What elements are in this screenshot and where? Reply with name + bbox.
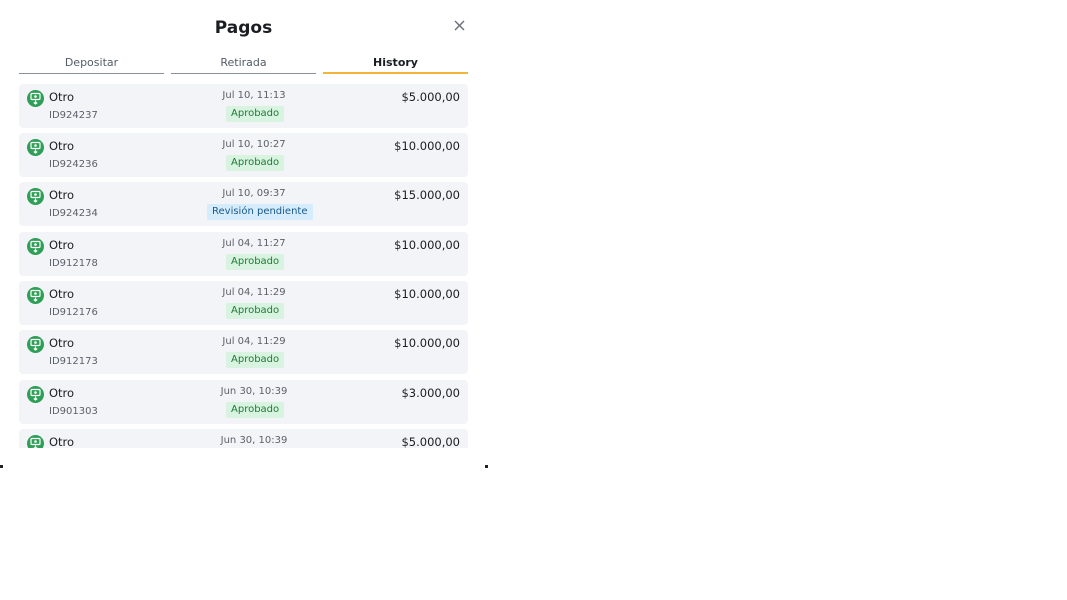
deposit-money-icon (27, 188, 44, 205)
transaction-date: Jun 30, 10:39 (220, 386, 288, 397)
status-badge: Aprobado (226, 155, 285, 171)
transaction-date: Jul 10, 10:27 (222, 139, 286, 150)
payment-method: Otro (49, 139, 75, 153)
transaction-amount: $5.000,00 (401, 435, 460, 448)
transaction-amount: $10.000,00 (394, 287, 460, 301)
status-badge: Revisión pendiente (207, 204, 313, 220)
transaction-row[interactable]: Otro ID924237 Jul 10, 11:13 Aprobado $5.000,… (19, 84, 468, 128)
transaction-id: ID901303 (49, 406, 98, 417)
modal-title: Pagos (214, 18, 273, 38)
payment-method: Otro (49, 188, 75, 202)
transaction-row[interactable]: Otro ID901303 Jun 30, 10:39 Aprobado $3.000,… (19, 380, 468, 424)
transaction-row[interactable]: Otro ID912173 Jul 04, 11:29 Aprobado $10.000… (19, 330, 468, 374)
deposit-money-icon (27, 238, 44, 255)
transaction-list[interactable]: Otro ID924237 Jul 10, 11:13 Aprobado $5.000,… (19, 84, 468, 448)
transaction-date: Jul 10, 11:13 (222, 90, 286, 101)
status-badge: Aprobado (226, 106, 285, 122)
transaction-date: Jun 30, 10:39 (220, 435, 288, 446)
status-badge: Aprobado (226, 402, 285, 418)
deposit-money-icon (27, 287, 44, 304)
transaction-amount: $3.000,00 (401, 386, 460, 400)
transaction-row[interactable]: Otro ID924234 Jul 10, 09:37 Revisión pendie… (19, 182, 468, 226)
tab-history[interactable]: History (323, 56, 468, 74)
tab-retirada[interactable]: Retirada (171, 56, 316, 74)
transaction-id: ID924237 (49, 110, 98, 121)
deposit-money-icon (27, 336, 44, 353)
transaction-id: ID924234 (49, 208, 98, 219)
close-button[interactable] (450, 16, 470, 36)
payment-method: Otro (49, 386, 75, 400)
status-badge: Aprobado (226, 352, 285, 368)
status-badge: Aprobado (226, 254, 285, 270)
transaction-id: ID912173 (49, 356, 98, 367)
payment-method: Otro (49, 435, 75, 448)
corner-mark (0, 465, 3, 468)
payment-method: Otro (49, 90, 75, 104)
transaction-amount: $5.000,00 (401, 90, 460, 104)
transaction-amount: $10.000,00 (394, 139, 460, 153)
transaction-row[interactable]: Otro ID924236 Jul 10, 10:27 Aprobado $10.000… (19, 133, 468, 177)
transaction-row[interactable]: Otro ID912178 Jul 04, 11:27 Aprobado $10.000… (19, 232, 468, 276)
transaction-date: Jul 04, 11:27 (222, 238, 286, 249)
deposit-money-icon (27, 386, 44, 403)
transaction-row[interactable]: Otro Jun 30, 10:39 $5.000,00 (19, 429, 468, 448)
transaction-date: Jul 04, 11:29 (222, 336, 286, 347)
transaction-id: ID912176 (49, 307, 98, 318)
payment-method: Otro (49, 336, 75, 350)
corner-mark (485, 465, 488, 468)
payments-modal: Pagos Depositar Retirada History Otro ID9… (0, 0, 488, 468)
deposit-money-icon (27, 435, 44, 448)
deposit-money-icon (27, 139, 44, 156)
transaction-date: Jul 10, 09:37 (222, 188, 286, 199)
payment-method: Otro (49, 287, 75, 301)
transaction-amount: $15.000,00 (394, 188, 460, 202)
payment-method: Otro (49, 238, 75, 252)
transaction-row[interactable]: Otro ID912176 Jul 04, 11:29 Aprobado $10.000… (19, 281, 468, 325)
transaction-amount: $10.000,00 (394, 238, 460, 252)
close-icon (454, 20, 465, 31)
transaction-id: ID924236 (49, 159, 98, 170)
transaction-date: Jul 04, 11:29 (222, 287, 286, 298)
transaction-id: ID912178 (49, 258, 98, 269)
tab-bar: Depositar Retirada History (19, 56, 468, 74)
tab-depositar[interactable]: Depositar (19, 56, 164, 74)
transaction-amount: $10.000,00 (394, 336, 460, 350)
deposit-money-icon (27, 90, 44, 107)
status-badge: Aprobado (226, 303, 285, 319)
